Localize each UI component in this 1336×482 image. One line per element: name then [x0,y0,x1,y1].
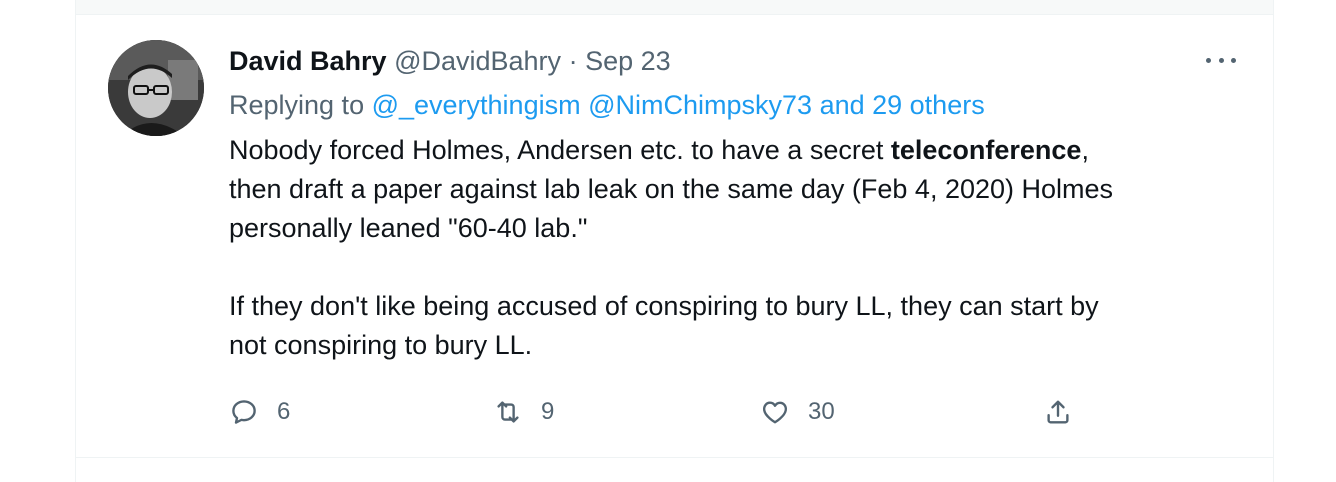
reply-button[interactable]: 6 [229,392,290,432]
like-count: 30 [808,398,835,425]
timeline-right-border [1273,0,1274,482]
reply-target-others[interactable]: and 29 others [820,90,985,120]
heart-icon [762,401,788,424]
reply-bubble-icon [232,400,256,424]
share-button[interactable] [1043,392,1073,432]
reply-count: 6 [277,398,291,425]
tweet-date[interactable]: Sep 23 [585,46,671,76]
replying-to-label: Replying to [229,90,372,120]
reply-target-nimchimpsky73[interactable]: @NimChimpsky73 [588,90,812,120]
share-upload-icon [1047,400,1069,424]
reply-target-everythingism[interactable]: @_everythingism [372,90,581,120]
tweet-bottom-divider [75,457,1274,458]
avatar-photo [108,40,204,136]
previous-tweet-divider [75,0,1274,15]
avatar[interactable] [108,40,204,136]
like-button[interactable]: 30 [760,392,835,432]
retweet-count: 9 [541,398,555,425]
tweet-text: Nobody forced Holmes, Andersen etc. to h… [229,131,1239,365]
tweet-text-line: personally leaned "60-40 lab." [229,213,588,243]
retweet-button[interactable]: 9 [493,392,554,432]
timeline-left-border [75,0,76,482]
tweet-text-line: If they don't like being accused of cons… [229,291,1099,321]
author-handle[interactable]: @DavidBahry [394,46,561,76]
author-name[interactable]: David Bahry [229,46,387,76]
tweet-text-line: not conspiring to bury LL. [229,330,533,360]
bold-word: teleconference [890,135,1082,165]
tweet-text-line: Nobody forced Holmes, Andersen etc. to h… [229,135,1089,165]
more-horizontal-icon[interactable] [1206,50,1236,70]
header-separator: · [568,46,578,76]
replying-to-line: Replying to @_everythingism @NimChimpsky… [229,88,985,122]
tweet-header: David Bahry @DavidBahry · Sep 23 [229,44,671,78]
retweet-icon [497,401,519,423]
tweet-text-line: then draft a paper against lab leak on t… [229,174,1114,204]
